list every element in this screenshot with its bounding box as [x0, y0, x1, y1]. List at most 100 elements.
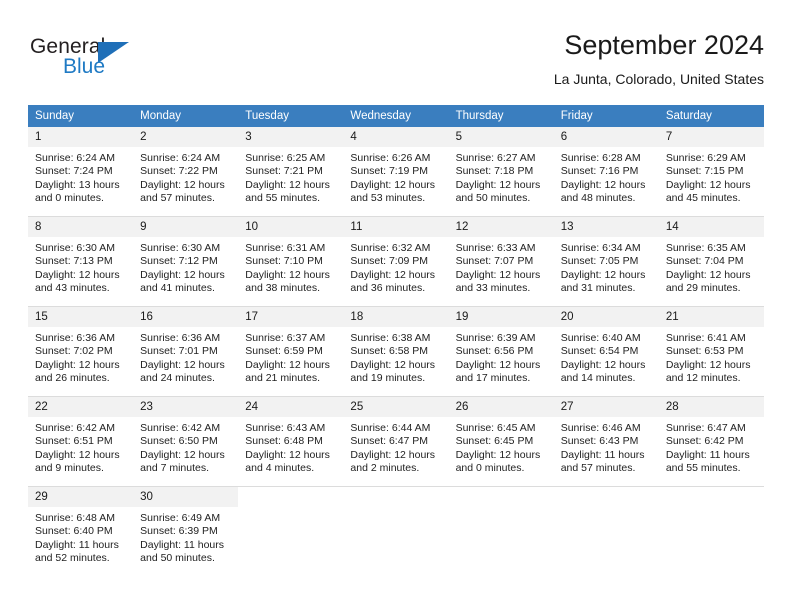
calendar-day-cell[interactable]: 8 Sunrise: 6:30 AM Sunset: 7:13 PM Daylight… [28, 216, 134, 307]
calendar-day-cell[interactable]: 11 Sunrise: 6:32 AM Sunset: 7:09 PM Dayligh… [343, 216, 449, 307]
calendar-day-cell[interactable]: 16 Sunrise: 6:36 AM Sunset: 7:01 PM Dayligh… [133, 306, 239, 397]
daylight-text-line2: and 41 minutes. [140, 282, 215, 295]
daylight-text-line1: Daylight: 11 hours [140, 538, 224, 551]
sunset-text: Sunset: 6:42 PM [665, 435, 744, 448]
calendar-day-cell[interactable]: 23 Sunrise: 6:42 AM Sunset: 6:50 PM Dayligh… [133, 396, 239, 487]
calendar-day-cell[interactable]: 13 Sunrise: 6:34 AM Sunset: 7:05 PM Dayligh… [553, 216, 659, 307]
calendar-day-cell[interactable]: 21 Sunrise: 6:41 AM Sunset: 6:53 PM Dayligh… [658, 306, 764, 397]
daylight-text-line2: and 31 minutes. [560, 282, 636, 295]
calendar-day-cell[interactable]: 28 Sunrise: 6:47 AM Sunset: 6:42 PM Dayligh… [658, 396, 764, 487]
daylight-text-line2: and 12 minutes. [665, 372, 741, 385]
daylight-text-line2: and 0 minutes. [455, 462, 525, 475]
calendar-day-cell[interactable]: 29 Sunrise: 6:48 AM Sunset: 6:40 PM Dayligh… [28, 486, 134, 576]
weekday-header-thursday: Thursday [448, 105, 554, 127]
weekday-header-monday: Monday [133, 105, 239, 127]
sunrise-text: Sunrise: 6:31 AM [245, 242, 326, 254]
daylight-text-line2: and 33 minutes. [455, 282, 531, 295]
day-number: 7 [658, 127, 764, 147]
calendar-week-row: 1 Sunrise: 6:24 AM Sunset: 7:24 PM Daylight… [28, 127, 764, 217]
calendar-day-cell[interactable]: 17 Sunrise: 6:37 AM Sunset: 6:59 PM Dayligh… [238, 306, 344, 397]
sunset-text: Sunset: 7:02 PM [35, 345, 113, 358]
daylight-text-line2: and 19 minutes. [350, 372, 426, 385]
sunrise-text: Sunrise: 6:42 AM [35, 422, 115, 434]
day-details: Sunrise: 6:27 AM Sunset: 7:18 PM Daylight:… [449, 147, 554, 206]
calendar-day-cell[interactable]: 22 Sunrise: 6:42 AM Sunset: 6:51 PM Dayligh… [28, 396, 134, 487]
calendar-day-cell[interactable]: 20 Sunrise: 6:40 AM Sunset: 6:54 PM Dayligh… [553, 306, 659, 397]
sunrise-text: Sunrise: 6:26 AM [350, 152, 431, 164]
sunset-text: Sunset: 7:18 PM [455, 165, 534, 178]
daylight-text-line2: and 50 minutes. [140, 552, 215, 565]
day-details: Sunrise: 6:35 AM Sunset: 7:04 PM Daylight:… [659, 237, 764, 296]
calendar-header-row: Sunday Monday Tuesday Wednesday Thursday Frid… [28, 105, 764, 127]
calendar-day-cell[interactable]: 14 Sunrise: 6:35 AM Sunset: 7:04 PM Dayligh… [658, 216, 764, 307]
sunrise-text: Sunrise: 6:46 AM [560, 422, 641, 434]
sunrise-text: Sunrise: 6:30 AM [140, 242, 221, 254]
sunrise-text: Sunrise: 6:35 AM [665, 242, 746, 254]
sunset-text: Sunset: 7:05 PM [560, 255, 639, 268]
sunset-text: Sunset: 6:48 PM [245, 435, 323, 448]
title-block: September 2024 La Junta, Colorado, Unite… [554, 28, 764, 89]
calendar-day-cell[interactable]: 7 Sunrise: 6:29 AM Sunset: 7:15 PM Daylight… [658, 127, 764, 217]
daylight-text-line2: and 38 minutes. [245, 282, 320, 295]
sunrise-text: Sunrise: 6:36 AM [35, 332, 115, 344]
day-number: 28 [658, 397, 764, 417]
sunset-text: Sunset: 6:39 PM [140, 525, 218, 538]
calendar-day-cell[interactable]: 5 Sunrise: 6:27 AM Sunset: 7:18 PM Daylight… [448, 127, 554, 217]
calendar-table: Sunday Monday Tuesday Wednesday Thursday Frid… [28, 105, 764, 576]
day-details: Sunrise: 6:25 AM Sunset: 7:21 PM Daylight:… [238, 147, 343, 206]
calendar-day-cell[interactable]: 15 Sunrise: 6:36 AM Sunset: 7:02 PM Dayligh… [28, 306, 134, 397]
daylight-text-line1: Daylight: 12 hours [665, 358, 751, 371]
day-number [343, 487, 448, 507]
sunrise-text: Sunrise: 6:49 AM [140, 512, 221, 524]
daylight-text-line1: Daylight: 12 hours [665, 178, 751, 191]
calendar-day-cell[interactable]: 1 Sunrise: 6:24 AM Sunset: 7:24 PM Daylight… [28, 127, 134, 217]
daylight-text-line2: and 4 minutes. [245, 462, 315, 475]
sunset-text: Sunset: 6:43 PM [560, 435, 639, 448]
sunrise-text: Sunrise: 6:42 AM [140, 422, 221, 434]
daylight-text-line2: and 2 minutes. [350, 462, 420, 475]
calendar-day-cell[interactable]: 3 Sunrise: 6:25 AM Sunset: 7:21 PM Daylight… [238, 127, 344, 217]
day-details: Sunrise: 6:45 AM Sunset: 6:45 PM Daylight:… [449, 417, 554, 476]
daylight-text-line2: and 57 minutes. [560, 462, 636, 475]
daylight-text-line1: Daylight: 12 hours [560, 358, 646, 371]
sunset-text: Sunset: 7:04 PM [665, 255, 744, 268]
calendar-day-cell[interactable]: 19 Sunrise: 6:39 AM Sunset: 6:56 PM Dayligh… [448, 306, 554, 397]
day-details: Sunrise: 6:24 AM Sunset: 7:22 PM Daylight:… [133, 147, 238, 206]
daylight-text-line1: Daylight: 12 hours [245, 268, 330, 281]
calendar-week-row: 22 Sunrise: 6:42 AM Sunset: 6:51 PM Dayligh… [28, 396, 764, 487]
calendar-day-cell[interactable]: 12 Sunrise: 6:33 AM Sunset: 7:07 PM Dayligh… [448, 216, 554, 307]
day-details: Sunrise: 6:49 AM Sunset: 6:39 PM Daylight:… [133, 507, 238, 566]
daylight-text-line1: Daylight: 12 hours [35, 448, 120, 461]
sunrise-text: Sunrise: 6:38 AM [350, 332, 431, 344]
day-details: Sunrise: 6:43 AM Sunset: 6:48 PM Daylight:… [238, 417, 343, 476]
calendar-day-cell[interactable]: 25 Sunrise: 6:44 AM Sunset: 6:47 PM Dayligh… [343, 396, 449, 487]
calendar-week-row: 29 Sunrise: 6:48 AM Sunset: 6:40 PM Dayligh… [28, 486, 764, 576]
calendar-day-cell[interactable]: 10 Sunrise: 6:31 AM Sunset: 7:10 PM Dayligh… [238, 216, 344, 307]
day-details: Sunrise: 6:37 AM Sunset: 6:59 PM Daylight:… [238, 327, 343, 386]
day-details: Sunrise: 6:34 AM Sunset: 7:05 PM Daylight:… [554, 237, 659, 296]
daylight-text-line1: Daylight: 12 hours [455, 358, 541, 371]
calendar-day-cell[interactable]: 2 Sunrise: 6:24 AM Sunset: 7:22 PM Daylight… [133, 127, 239, 217]
sunrise-text: Sunrise: 6:39 AM [455, 332, 536, 344]
calendar-day-cell[interactable]: 26 Sunrise: 6:45 AM Sunset: 6:45 PM Dayligh… [448, 396, 554, 487]
day-details: Sunrise: 6:48 AM Sunset: 6:40 PM Daylight:… [28, 507, 133, 566]
calendar-day-cell[interactable]: 30 Sunrise: 6:49 AM Sunset: 6:39 PM Dayligh… [133, 486, 239, 576]
day-number: 27 [553, 397, 659, 417]
calendar-day-cell[interactable]: 18 Sunrise: 6:38 AM Sunset: 6:58 PM Dayligh… [343, 306, 449, 397]
sunset-text: Sunset: 6:50 PM [140, 435, 218, 448]
daylight-text-line2: and 14 minutes. [560, 372, 636, 385]
calendar-day-cell[interactable]: 4 Sunrise: 6:26 AM Sunset: 7:19 PM Daylight… [343, 127, 449, 217]
sunrise-text: Sunrise: 6:41 AM [665, 332, 746, 344]
calendar-day-cell[interactable]: 9 Sunrise: 6:30 AM Sunset: 7:12 PM Daylight… [133, 216, 239, 307]
daylight-text-line1: Daylight: 12 hours [665, 268, 751, 281]
calendar-day-cell[interactable]: 24 Sunrise: 6:43 AM Sunset: 6:48 PM Dayligh… [238, 396, 344, 487]
daylight-text-line2: and 24 minutes. [140, 372, 215, 385]
calendar-day-cell[interactable]: 6 Sunrise: 6:28 AM Sunset: 7:16 PM Daylight… [553, 127, 659, 217]
day-number: 13 [553, 217, 659, 237]
sunrise-text: Sunrise: 6:27 AM [455, 152, 536, 164]
daylight-text-line1: Daylight: 12 hours [560, 178, 646, 191]
daylight-text-line2: and 55 minutes. [665, 462, 741, 475]
calendar-day-cell[interactable]: 27 Sunrise: 6:46 AM Sunset: 6:43 PM Dayligh… [553, 396, 659, 487]
sunset-text: Sunset: 6:45 PM [455, 435, 534, 448]
day-number [449, 487, 554, 507]
